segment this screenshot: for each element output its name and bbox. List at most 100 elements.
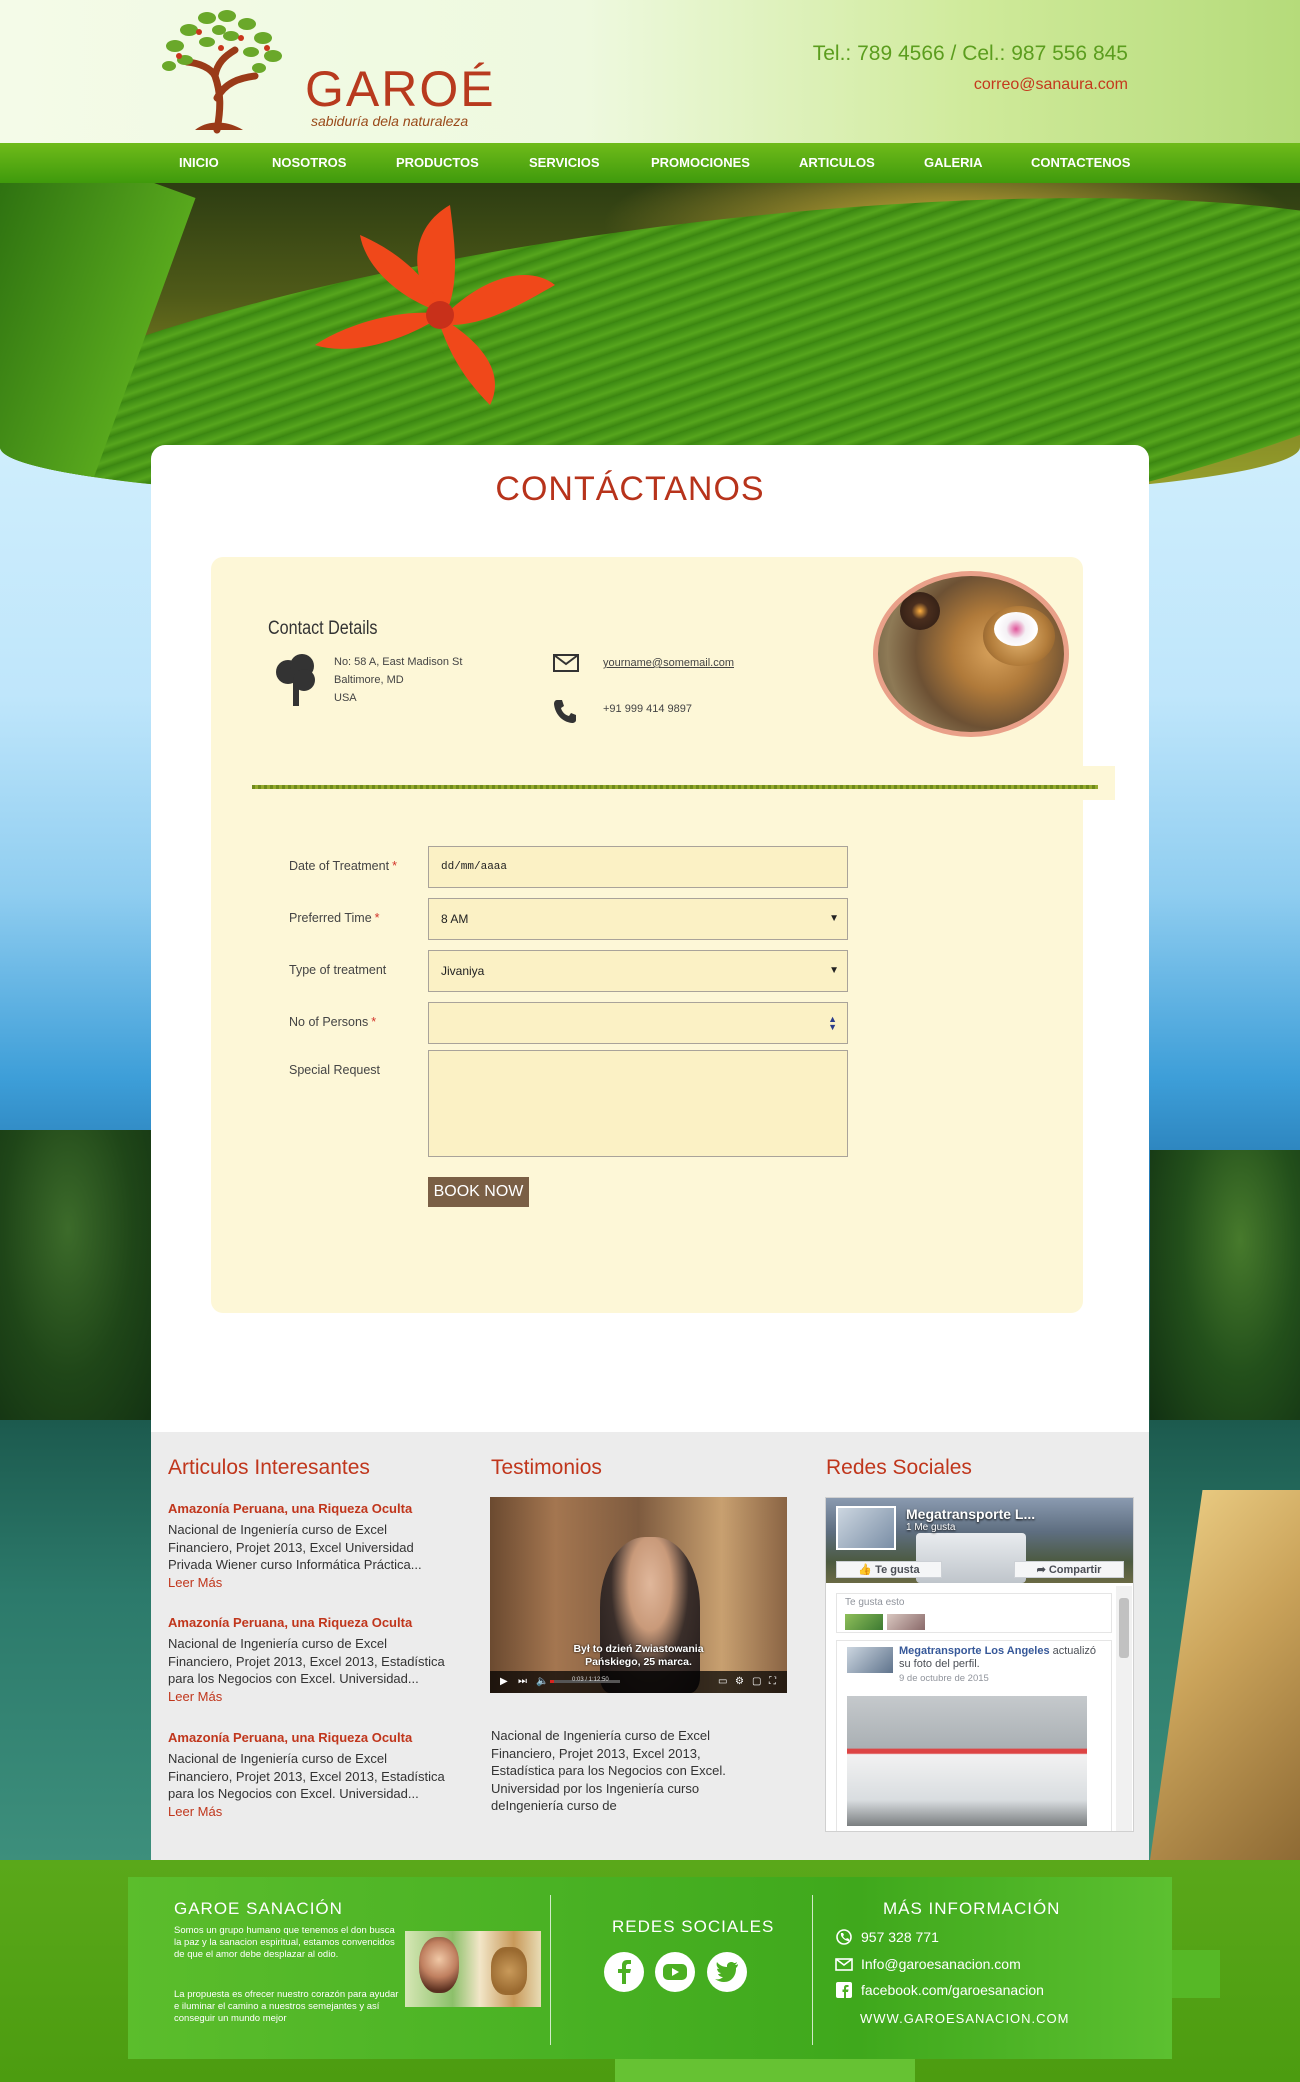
fb-post-date: 9 de octubre de 2015	[899, 1673, 989, 1684]
facebook-row[interactable]: facebook.com/garoesanacion	[835, 1982, 1044, 1998]
persons-label: No of Persons *	[289, 1015, 377, 1029]
video-speaker	[600, 1537, 700, 1693]
articles-title: Articulos Interesantes	[168, 1456, 370, 1479]
like-icon: 👍	[858, 1564, 876, 1576]
fb-scrollbar-thumb[interactable]	[1119, 1598, 1129, 1658]
footer-about-text-2: La propuesta es ofrecer nuestro corazón …	[174, 1989, 399, 2024]
fb-post-author[interactable]: Megatransporte Los Angeles	[899, 1645, 1050, 1657]
share-icon: ➦	[1036, 1564, 1049, 1576]
next-icon[interactable]: ⏭	[518, 1676, 527, 1687]
footer-website[interactable]: WWW.GAROESANACION.COM	[860, 2011, 1070, 2026]
twitter-icon[interactable]	[707, 1952, 747, 1992]
video-controls: ▶ ⏭ 🔈 0:03 / 1:12:50 ▭ ⚙ ▢ ⛶	[490, 1671, 787, 1693]
contact-details-title: Contact Details	[268, 618, 378, 639]
flower-image	[315, 205, 555, 405]
nav-item-contactenos[interactable]: CONTACTENOS	[1031, 155, 1130, 170]
nav-item-galeria[interactable]: GALERIA	[924, 155, 983, 170]
site-header: GAROÉ sabiduría dela naturaleza Tel.: 78…	[0, 0, 1300, 143]
theater-icon[interactable]: ▢	[752, 1676, 761, 1687]
footer-about-text: Somos un grupo humano que tenemos el don…	[174, 1925, 395, 1960]
fb-page-avatar[interactable]	[836, 1506, 896, 1550]
video-subtitle-2: Pańskiego, 25 marca.	[585, 1656, 692, 1668]
footer-about-title: GAROE SANACIÓN	[174, 1899, 343, 1918]
nav-item-servicios[interactable]: SERVICIOS	[529, 155, 600, 170]
read-more-link[interactable]: Leer Más	[168, 1804, 222, 1819]
site-logo[interactable]: GAROÉ sabiduría dela naturaleza	[155, 8, 494, 136]
fb-post: Megatransporte Los Angeles actualizó su …	[836, 1640, 1112, 1831]
nav-item-promociones[interactable]: PROMOCIONES	[651, 155, 750, 170]
nav-item-articulos[interactable]: ARTICULOS	[799, 155, 875, 170]
special-request-textarea[interactable]	[428, 1050, 848, 1157]
contact-email-link[interactable]: yourname@somemail.com	[603, 657, 734, 669]
date-label: Date of Treatment *	[289, 859, 397, 873]
facebook-page-widget: Megatransporte L... 1 Me gusta 👍 Te gust…	[825, 1497, 1134, 1832]
testimonials-title: Testimonios	[491, 1456, 602, 1479]
volume-icon[interactable]: 🔈	[536, 1676, 548, 1687]
header-email[interactable]: correo@sanaura.com	[974, 76, 1128, 94]
jungle-left	[0, 1130, 170, 1460]
article-excerpt: Nacional de Ingeniería curso de Excel Fi…	[168, 1751, 445, 1819]
nav-item-inicio[interactable]: INICIO	[179, 155, 219, 170]
fb-like-count: 1 Me gusta	[906, 1522, 956, 1533]
footer-divider	[550, 1895, 551, 2045]
email-row[interactable]: Info@garoesanacion.com	[835, 1956, 1021, 1972]
fb-post-text: Megatransporte Los Angeles actualizó su …	[899, 1645, 1097, 1670]
footer-photo	[405, 1931, 541, 2007]
chevron-down-icon: ▼	[829, 965, 839, 976]
whatsapp-row[interactable]: 957 328 771	[835, 1929, 939, 1945]
spinner-icon[interactable]: ▲ ▼	[828, 1015, 837, 1032]
nav-item-nosotros[interactable]: NOSOTROS	[272, 155, 346, 170]
article-title[interactable]: Amazonía Peruana, una Riqueza Oculta	[168, 1501, 412, 1516]
footer-social-title: REDES SOCIALES	[612, 1917, 775, 1936]
brand-tagline: sabiduría dela naturaleza	[311, 113, 469, 129]
treatment-type-select[interactable]: Jivaniya ▼	[428, 950, 848, 992]
request-label: Special Request	[289, 1063, 381, 1077]
fb-like-button[interactable]: 👍 Te gusta	[836, 1561, 942, 1578]
fullscreen-icon[interactable]: ⛶	[769, 1676, 776, 1687]
video-subtitle-1: Był to dzień Zwiastowania	[573, 1643, 704, 1655]
article-title[interactable]: Amazonía Peruana, una Riqueza Oculta	[168, 1730, 412, 1745]
read-more-link[interactable]: Leer Más	[168, 1689, 222, 1704]
whatsapp-icon	[835, 1929, 853, 1945]
date-of-treatment-input[interactable]: dd/mm/aaaa	[428, 846, 848, 888]
main-nav: INICIO NOSOTROS PRODUCTOS SERVICIOS PROM…	[0, 143, 1300, 183]
article-excerpt: Nacional de Ingeniería curso de Excel Fi…	[168, 1636, 445, 1704]
fb-likes-box: Te gusta esto	[836, 1593, 1112, 1633]
smiling-woman-image	[419, 1937, 459, 1993]
settings-icon[interactable]: ⚙	[735, 1676, 744, 1687]
page-title: CONTÁCTANOS	[495, 470, 765, 508]
testimonial-video[interactable]: Był to dzień Zwiastowania Pańskiego, 25 …	[490, 1497, 787, 1693]
captions-icon[interactable]: ▭	[718, 1676, 727, 1687]
jungle-right	[1150, 1150, 1300, 1450]
time-label: Preferred Time *	[289, 911, 380, 925]
spa-photo	[873, 571, 1069, 737]
nav-item-productos[interactable]: PRODUCTOS	[396, 155, 479, 170]
read-more-link[interactable]: Leer Más	[168, 1575, 222, 1590]
section-divider	[252, 785, 1098, 789]
footer-side-block	[1172, 1950, 1220, 1998]
contact-phone: +91 999 414 9897	[603, 703, 693, 715]
fb-friend-avatar[interactable]	[887, 1614, 925, 1630]
preferred-time-select[interactable]: 8 AM ▼	[428, 898, 848, 940]
facebook-square-icon	[835, 1982, 853, 1998]
tree-icon	[276, 654, 315, 706]
fb-like-label: Te gusta esto	[845, 1597, 905, 1608]
article-title[interactable]: Amazonía Peruana, una Riqueza Oculta	[168, 1615, 412, 1630]
fb-friend-avatar[interactable]	[845, 1614, 883, 1630]
fb-post-avatar[interactable]	[847, 1647, 893, 1673]
fb-share-button[interactable]: ➦ Compartir	[1014, 1561, 1124, 1578]
panel-tab	[1083, 766, 1115, 800]
fb-scrollbar[interactable]	[1116, 1586, 1132, 1831]
play-icon[interactable]: ▶	[500, 1676, 508, 1687]
phone-icon	[554, 700, 576, 723]
header-phone: Tel.: 789 4566 / Cel.: 987 556 845	[812, 42, 1128, 65]
youtube-icon[interactable]	[655, 1952, 695, 1992]
fb-page-name[interactable]: Megatransporte L...	[906, 1506, 1035, 1522]
envelope-icon	[835, 1957, 853, 1971]
video-time: 0:03 / 1:12:50	[572, 1677, 609, 1683]
treatment-label: Type of treatment	[289, 963, 387, 977]
fb-post-photo[interactable]	[847, 1696, 1087, 1826]
facebook-icon[interactable]	[604, 1952, 644, 1992]
book-now-button[interactable]: BOOK NOW	[428, 1177, 529, 1207]
persons-number-input[interactable]: ▲ ▼	[428, 1002, 848, 1044]
